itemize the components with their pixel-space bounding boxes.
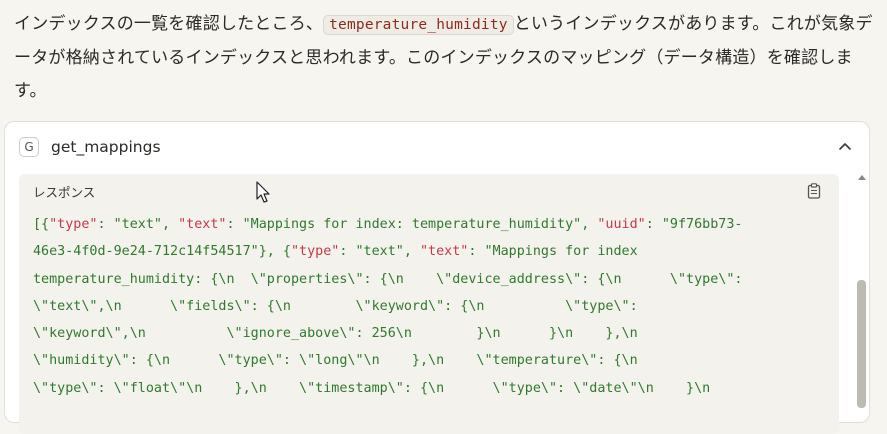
mouse-cursor-icon [256, 181, 270, 203]
scrollbar-thumb[interactable] [857, 280, 866, 408]
json-line: \"text\",\n \"fields\": {\n \"keyword\":… [33, 298, 638, 314]
response-label: レスポンス [33, 185, 96, 200]
json-key: "type" [49, 217, 98, 232]
clipboard-icon[interactable] [807, 183, 821, 199]
scrollbar[interactable] [856, 173, 867, 408]
tool-provider-icon: G [19, 137, 39, 157]
tool-name: get_mappings [51, 138, 161, 156]
json-key: "type" [290, 244, 340, 260]
inline-code-index-name: temperature_humidity [323, 15, 514, 35]
response-json: [{"type": "text", "text": "Mappings for … [33, 211, 833, 402]
chevron-up-icon[interactable] [837, 139, 853, 155]
json-line: \"humidity\": {\n \"type\": \"long\"\n }… [33, 353, 638, 369]
tool-call-card: G get_mappings レスポンス [{"type": "text", "… [4, 121, 870, 434]
tool-call-header[interactable]: G get_mappings [19, 134, 161, 160]
scroll-up-arrow-icon[interactable] [858, 175, 866, 180]
json-key: "uuid" [597, 217, 646, 232]
json-key: "text" [419, 244, 469, 260]
json-line: [{"type": "text", "text": "Mappings for … [33, 217, 743, 232]
json-line: temperature_humidity: {\n \"properties\"… [33, 271, 743, 287]
json-line: \"keyword\",\n \"ignore_above\": 256\n }… [33, 326, 638, 342]
assistant-message-text: インデックスの一覧を確認したところ、 temperature_humidity とい… [14, 8, 874, 108]
json-line: 46e3-4f0d-9e24-712c14f54517"}, {"type": … [33, 244, 638, 260]
intro-text-before: インデックスの一覧を確認したところ、 [14, 14, 324, 34]
response-panel: レスポンス [{"type": "text", "text": "Mapping… [19, 174, 839, 434]
json-line: \"type\": \"float\"\n },\n \"timestamp\"… [33, 380, 711, 396]
json-key: "text" [178, 217, 227, 232]
